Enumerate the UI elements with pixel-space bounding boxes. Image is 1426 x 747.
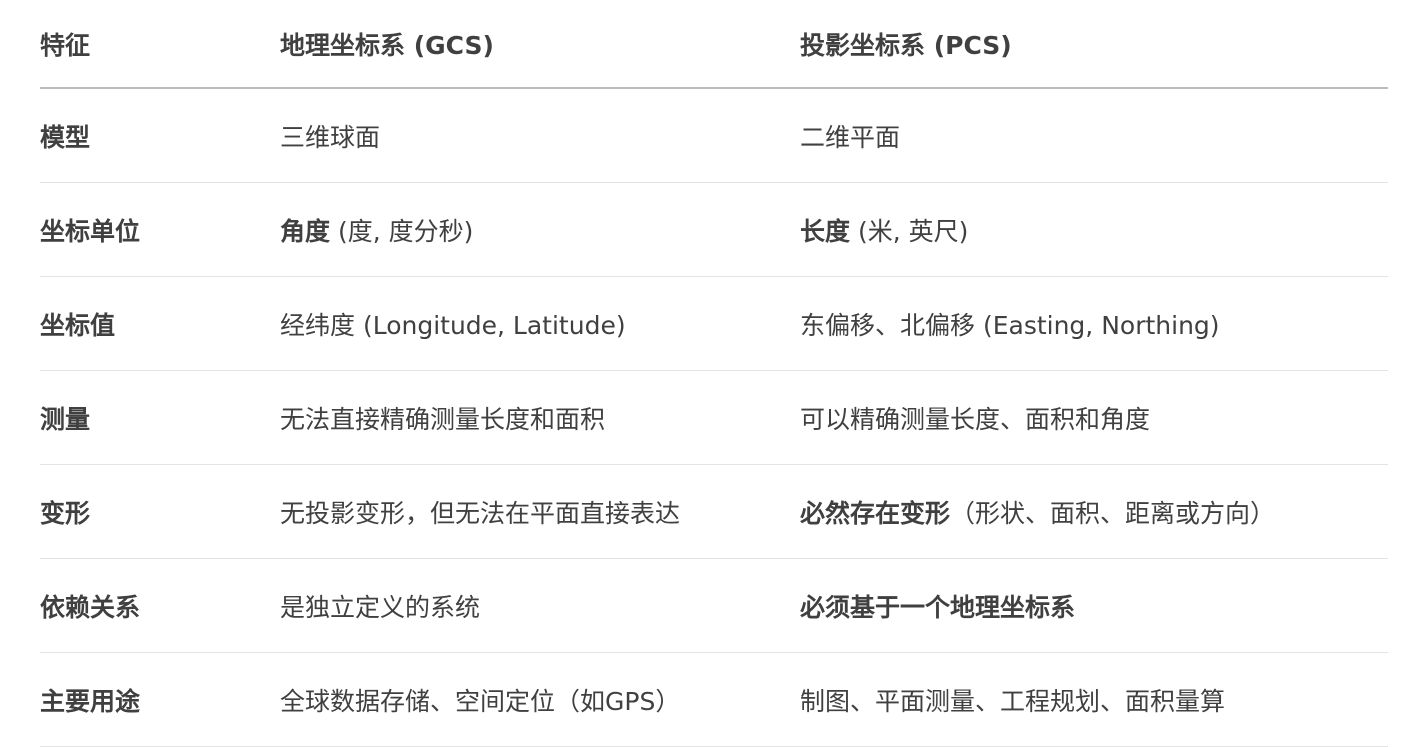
bold-text: 角度 bbox=[280, 216, 331, 246]
gcs-cell: 无法直接精确测量长度和面积 bbox=[280, 370, 800, 465]
table-row: 变形 无投影变形，但无法在平面直接表达 必然存在变形（形状、面积、距离或方向） bbox=[40, 464, 1388, 559]
cell-text: （形状、面积、距离或方向） bbox=[950, 498, 1276, 528]
cell-text: (度, 度分秒) bbox=[330, 216, 474, 246]
cell-text: 全球数据存储、空间定位（如GPS） bbox=[280, 686, 681, 716]
bold-text: 必须基于一个地理坐标系 bbox=[800, 592, 1076, 622]
gcs-cell: 三维球面 bbox=[280, 88, 800, 183]
cell-text: 东偏移、北偏移 (Easting, Northing) bbox=[800, 310, 1220, 340]
cell-text: (米, 英尺) bbox=[850, 216, 969, 246]
feature-label: 主要用途 bbox=[40, 686, 141, 716]
bold-text: 长度 bbox=[800, 216, 851, 246]
pcs-cell: 长度 (米, 英尺) bbox=[800, 182, 1388, 277]
header-pcs: 投影坐标系 (PCS) bbox=[800, 0, 1388, 89]
cell-text: 是独立定义的系统 bbox=[280, 592, 481, 622]
pcs-cell: 制图、平面测量、工程规划、面积量算 bbox=[800, 652, 1388, 747]
feature-cell: 测量 bbox=[40, 370, 280, 465]
feature-label: 坐标单位 bbox=[40, 216, 141, 246]
header-feature: 特征 bbox=[40, 0, 280, 89]
gcs-cell: 全球数据存储、空间定位（如GPS） bbox=[280, 652, 800, 747]
pcs-cell: 可以精确测量长度、面积和角度 bbox=[800, 370, 1388, 465]
cell-text: 三维球面 bbox=[280, 122, 381, 152]
header-row: 特征 地理坐标系 (GCS) 投影坐标系 (PCS) bbox=[40, 0, 1388, 89]
feature-cell: 主要用途 bbox=[40, 652, 280, 747]
gcs-cell: 是独立定义的系统 bbox=[280, 558, 800, 653]
feature-cell: 依赖关系 bbox=[40, 558, 280, 653]
table-row: 模型 三维球面 二维平面 bbox=[40, 88, 1388, 183]
header-gcs: 地理坐标系 (GCS) bbox=[280, 0, 800, 89]
table-row: 依赖关系 是独立定义的系统 必须基于一个地理坐标系 bbox=[40, 558, 1388, 653]
pcs-cell: 二维平面 bbox=[800, 88, 1388, 183]
feature-label: 依赖关系 bbox=[40, 592, 141, 622]
feature-cell: 坐标单位 bbox=[40, 182, 280, 277]
cell-text: 可以精确测量长度、面积和角度 bbox=[800, 404, 1151, 434]
table-row: 坐标单位 角度 (度, 度分秒) 长度 (米, 英尺) bbox=[40, 182, 1388, 277]
feature-label: 坐标值 bbox=[40, 310, 116, 340]
table-row: 测量 无法直接精确测量长度和面积 可以精确测量长度、面积和角度 bbox=[40, 370, 1388, 465]
cell-text: 二维平面 bbox=[800, 122, 901, 152]
cell-text: 无法直接精确测量长度和面积 bbox=[280, 404, 606, 434]
feature-label: 测量 bbox=[40, 404, 91, 434]
gcs-cell: 角度 (度, 度分秒) bbox=[280, 182, 800, 277]
gcs-cell: 无投影变形，但无法在平面直接表达 bbox=[280, 464, 800, 559]
gcs-cell: 经纬度 (Longitude, Latitude) bbox=[280, 276, 800, 371]
cell-text: 经纬度 (Longitude, Latitude) bbox=[280, 310, 626, 340]
feature-label: 模型 bbox=[40, 122, 91, 152]
cell-text: 制图、平面测量、工程规划、面积量算 bbox=[800, 686, 1226, 716]
table-row: 坐标值 经纬度 (Longitude, Latitude) 东偏移、北偏移 (Eas… bbox=[40, 276, 1388, 371]
feature-cell: 变形 bbox=[40, 464, 280, 559]
pcs-cell: 必须基于一个地理坐标系 bbox=[800, 558, 1388, 653]
bold-text: 必然存在变形 bbox=[800, 498, 951, 528]
pcs-cell: 东偏移、北偏移 (Easting, Northing) bbox=[800, 276, 1388, 371]
pcs-cell: 必然存在变形（形状、面积、距离或方向） bbox=[800, 464, 1388, 559]
table-row: 主要用途 全球数据存储、空间定位（如GPS） 制图、平面测量、工程规划、面积量算 bbox=[40, 652, 1388, 747]
feature-cell: 坐标值 bbox=[40, 276, 280, 371]
feature-label: 变形 bbox=[40, 498, 91, 528]
feature-cell: 模型 bbox=[40, 88, 280, 183]
comparison-table: 特征 地理坐标系 (GCS) 投影坐标系 (PCS) 模型 三维球面 二维平面坐标单… bbox=[40, 0, 1388, 747]
cell-text: 无投影变形，但无法在平面直接表达 bbox=[280, 498, 681, 528]
